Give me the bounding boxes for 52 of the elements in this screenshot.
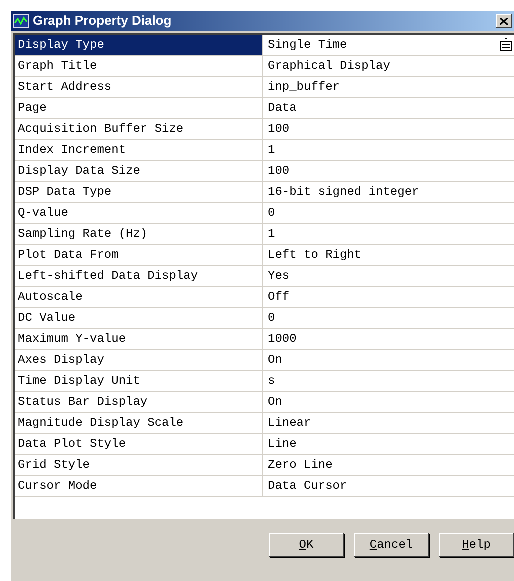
property-value[interactable]: On <box>268 393 282 411</box>
property-name[interactable]: Status Bar Display <box>15 392 263 412</box>
property-name[interactable]: Autoscale <box>15 287 263 307</box>
property-value[interactable]: 1000 <box>268 330 297 348</box>
property-name[interactable]: DC Value <box>15 308 263 328</box>
property-name[interactable]: Display Data Size <box>15 161 263 181</box>
property-value[interactable]: Graphical Display <box>268 57 390 75</box>
property-value[interactable]: On <box>268 351 282 369</box>
property-name[interactable]: Display Type <box>15 35 263 55</box>
property-value[interactable]: Line <box>268 435 297 453</box>
property-value[interactable]: Left to Right <box>268 246 362 264</box>
property-name[interactable]: Sampling Rate (Hz) <box>15 224 263 244</box>
property-value[interactable]: Data Cursor <box>268 477 348 495</box>
property-value[interactable]: 0 <box>268 309 276 327</box>
dialog-button[interactable]: Cancel <box>354 533 429 557</box>
property-value[interactable]: 100 <box>268 162 290 180</box>
property-name[interactable]: Cursor Mode <box>15 476 263 496</box>
close-icon <box>500 18 508 24</box>
property-name[interactable]: Start Address <box>15 77 263 97</box>
property-value[interactable]: 16-bit signed integer <box>268 183 420 201</box>
property-name[interactable]: Left-shifted Data Display <box>15 266 263 286</box>
property-value[interactable]: Data <box>268 99 297 117</box>
property-value[interactable]: s <box>268 372 276 390</box>
property-value[interactable]: Linear <box>268 414 312 432</box>
graph-icon <box>13 14 29 28</box>
dialog-button[interactable]: Help <box>439 533 514 557</box>
property-name[interactable]: Graph Title <box>15 56 263 76</box>
property-name[interactable]: DSP Data Type <box>15 182 263 202</box>
window-title: Graph Property Dialog <box>33 12 172 30</box>
property-name[interactable]: Q-value <box>15 203 263 223</box>
dropdown-icon[interactable] <box>499 38 513 52</box>
property-name[interactable]: Magnitude Display Scale <box>15 413 263 433</box>
property-name[interactable]: Axes Display <box>15 350 263 370</box>
property-value[interactable]: Off <box>268 288 290 306</box>
property-value[interactable]: Single Time <box>268 36 348 54</box>
property-name[interactable]: Plot Data From <box>15 245 263 265</box>
property-value[interactable]: 0 <box>268 204 276 222</box>
property-value[interactable]: Yes <box>268 267 290 285</box>
property-value[interactable]: inp_buffer <box>268 78 340 96</box>
property-value[interactable]: 1 <box>268 141 276 159</box>
property-name[interactable]: Grid Style <box>15 455 263 475</box>
close-button[interactable] <box>496 14 512 28</box>
property-name[interactable]: Data Plot Style <box>15 434 263 454</box>
property-name[interactable]: Acquisition Buffer Size <box>15 119 263 139</box>
property-name[interactable]: Index Increment <box>15 140 263 160</box>
property-name[interactable]: Page <box>15 98 263 118</box>
property-name[interactable]: Maximum Y-value <box>15 329 263 349</box>
property-value[interactable]: 100 <box>268 120 290 138</box>
property-name[interactable]: Time Display Unit <box>15 371 263 391</box>
property-value[interactable]: Zero Line <box>268 456 333 474</box>
property-value[interactable]: 1 <box>268 225 276 243</box>
dialog-button[interactable]: OK <box>269 533 344 557</box>
